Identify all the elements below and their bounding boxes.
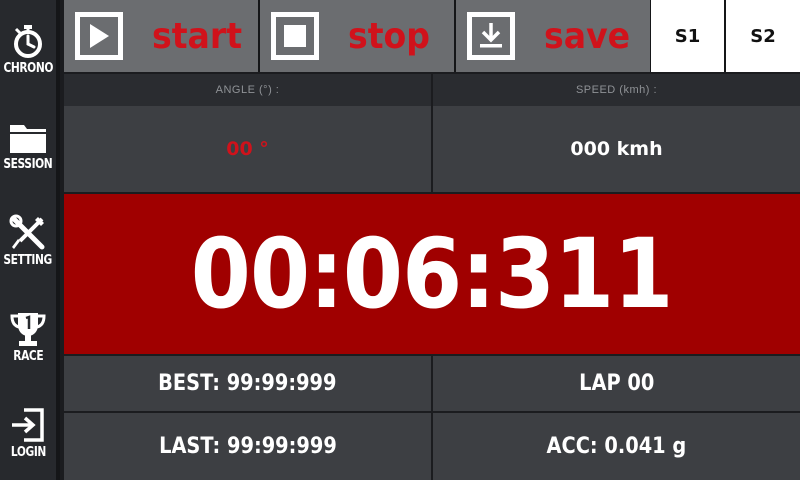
stop-button[interactable]: stop xyxy=(260,0,454,72)
best-time: BEST: 99:99:999 xyxy=(64,356,431,411)
s2-button[interactable]: S2 xyxy=(726,0,800,72)
download-icon xyxy=(467,12,515,60)
chrono-app: CHRONO SESSION SETTING RACE LOGIN start … xyxy=(0,0,800,480)
sidebar-item-label: CHRONO xyxy=(3,60,53,76)
sidebar-item-label: RACE xyxy=(13,348,43,364)
last-time-text: LAST: 99:99:999 xyxy=(158,434,337,459)
lap-counter: LAP 00 xyxy=(433,356,800,411)
angle-header: ANGLE (°) : xyxy=(64,74,431,106)
start-button[interactable]: start xyxy=(64,0,258,72)
trophy-icon xyxy=(10,312,46,346)
save-button[interactable]: save xyxy=(456,0,650,72)
folder-icon xyxy=(10,124,46,153)
timer-value: 00:06:311 xyxy=(191,218,674,330)
acceleration-text: ACC: 0.041 g xyxy=(546,434,687,459)
stop-label: stop xyxy=(348,15,431,57)
s1-button[interactable]: S1 xyxy=(651,0,724,72)
sidebar-item-chrono[interactable]: CHRONO xyxy=(0,0,56,96)
speed-header: SPEED (kmh) : xyxy=(433,74,800,106)
sidebar-item-login[interactable]: LOGIN xyxy=(0,384,56,480)
start-label: start xyxy=(152,15,243,57)
sidebar-item-session[interactable]: SESSION xyxy=(0,96,56,192)
wrench-screwdriver-icon xyxy=(9,214,45,249)
stop-icon xyxy=(271,12,319,60)
sidebar: CHRONO SESSION SETTING RACE LOGIN xyxy=(0,0,60,480)
sidebar-item-label: LOGIN xyxy=(10,444,46,460)
lap-counter-text: LAP 00 xyxy=(578,371,655,396)
acceleration: ACC: 0.041 g xyxy=(433,413,800,480)
sidebar-item-label: SETTING xyxy=(3,252,53,268)
lap-timer: 00:06:311 xyxy=(64,194,800,354)
save-label: save xyxy=(544,15,631,57)
best-time-text: BEST: 99:99:999 xyxy=(158,371,337,396)
sidebar-item-label: SESSION xyxy=(3,156,53,172)
stopwatch-icon xyxy=(14,24,42,58)
sidebar-item-race[interactable]: RACE xyxy=(0,288,56,384)
toolbar: start stop save S1 S2 xyxy=(64,0,800,72)
login-icon xyxy=(12,407,44,442)
last-time: LAST: 99:99:999 xyxy=(64,413,431,480)
speed-value: 000 kmh xyxy=(433,106,800,192)
angle-value: 00 ° xyxy=(64,106,431,192)
play-icon xyxy=(75,12,123,60)
sidebar-item-setting[interactable]: SETTING xyxy=(0,192,56,288)
